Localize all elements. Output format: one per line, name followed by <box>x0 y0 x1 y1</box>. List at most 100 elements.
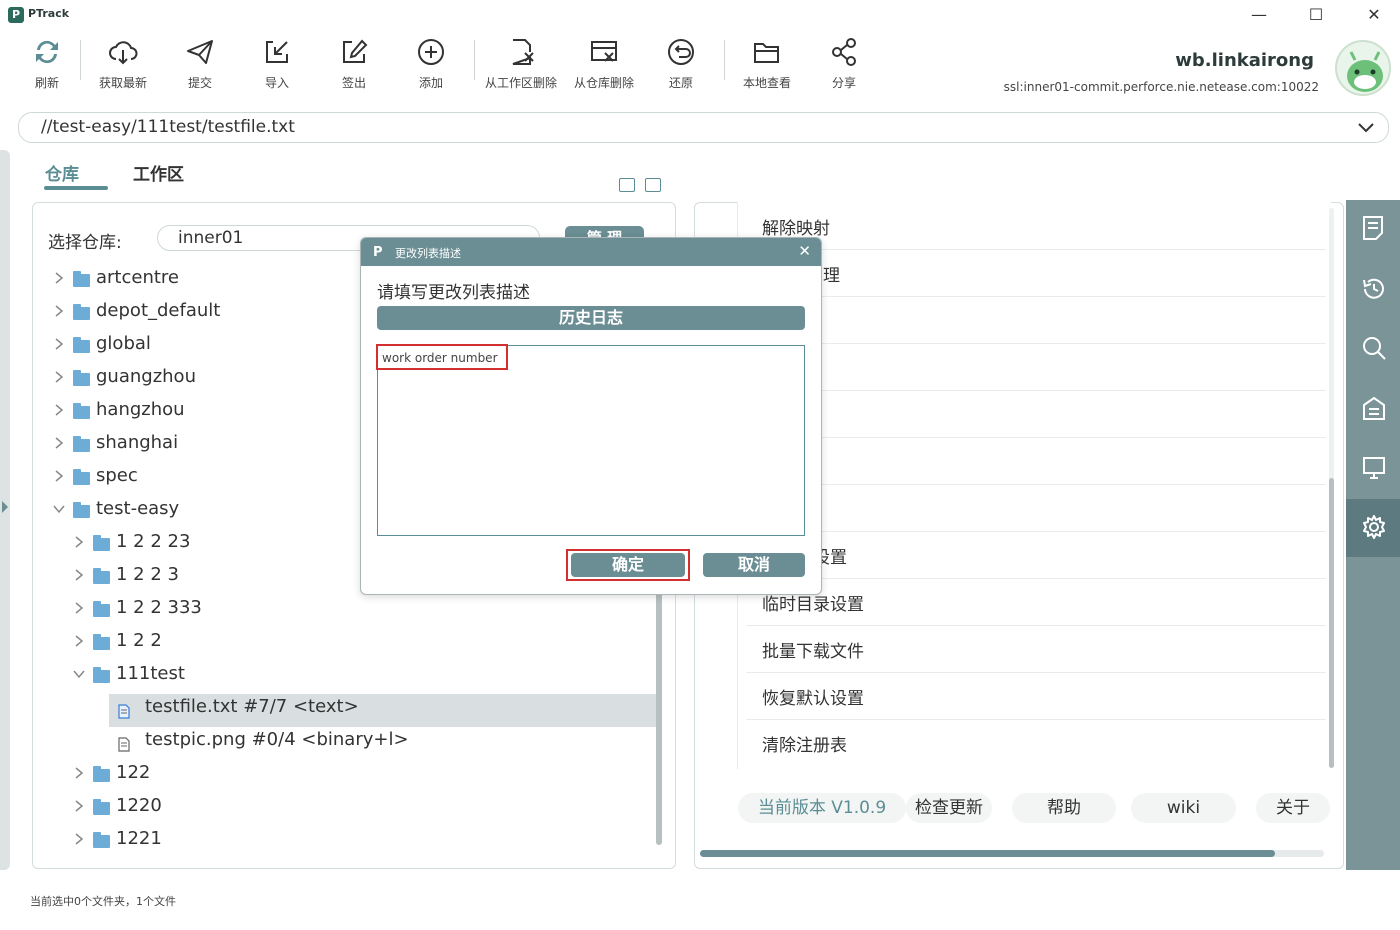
chevron-right-icon[interactable] <box>52 436 66 453</box>
tree-item-label: 111test <box>116 663 185 684</box>
close-button[interactable]: ✕ <box>1359 4 1389 26</box>
annotation-highlight-ok <box>566 549 690 581</box>
avatar[interactable] <box>1335 40 1391 96</box>
folder-icon <box>73 337 90 353</box>
remove-depot-icon <box>591 41 617 62</box>
tree-item-label: 1 2 2 333 <box>116 597 202 618</box>
chevron-down-icon[interactable] <box>52 502 66 519</box>
chevron-right-icon[interactable] <box>52 304 66 321</box>
tree-file-item[interactable]: testpic.png #0/4 <binary+l> <box>0 729 650 759</box>
tree-item-label: shanghai <box>96 432 179 453</box>
settings-divider <box>746 719 1326 720</box>
sidebar-item-monitor[interactable] <box>1346 440 1400 498</box>
tree-item-label: 122 <box>116 762 151 783</box>
tree-folder-item[interactable]: 1221 <box>0 828 650 858</box>
settings-scrollbar[interactable] <box>1329 478 1334 768</box>
settings-item[interactable]: 批量下载文件 <box>762 637 864 662</box>
local-view-label: 本地查看 <box>742 76 791 90</box>
dialog-close-button[interactable]: ✕ <box>798 242 811 260</box>
description-textarea[interactable]: work order number <box>377 345 805 536</box>
local-view-button[interactable]: 本地查看 <box>727 36 807 96</box>
send-icon <box>187 40 213 64</box>
remove-workspace-label: 从工作区删除 <box>484 76 557 90</box>
chevron-right-icon[interactable] <box>52 337 66 354</box>
settings-divider <box>746 296 1326 297</box>
settings-divider <box>746 390 1326 391</box>
chevron-right-icon[interactable] <box>72 634 86 651</box>
gear-icon <box>1363 515 1385 539</box>
get-latest-label: 获取最新 <box>98 76 147 90</box>
revert-button[interactable]: 还原 <box>641 36 721 96</box>
settings-divider <box>746 249 1326 250</box>
chevron-right-icon[interactable] <box>72 601 86 618</box>
settings-divider <box>746 578 1326 579</box>
chevron-down-icon[interactable] <box>1356 117 1376 137</box>
settings-hscrollbar[interactable] <box>700 850 1275 857</box>
cloud-download-icon <box>109 41 138 65</box>
tab-workspace[interactable]: 工作区 <box>133 160 184 185</box>
history-log-button[interactable]: 历史日志 <box>377 306 805 330</box>
refresh-button[interactable]: 刷新 <box>7 36 87 96</box>
submit-button[interactable]: 提交 <box>160 36 240 96</box>
folder-icon <box>93 634 110 650</box>
wiki-button[interactable]: wiki <box>1131 793 1236 823</box>
chevron-right-icon[interactable] <box>72 568 86 585</box>
sidebar-item-depot[interactable] <box>1346 380 1400 438</box>
tree-folder-item[interactable]: 111test <box>0 663 650 693</box>
share-button[interactable]: 分享 <box>804 36 884 96</box>
settings-item[interactable]: 清除注册表 <box>762 731 847 756</box>
folder-icon <box>93 601 110 617</box>
remove-from-workspace-button[interactable]: 从工作区删除 <box>481 36 561 96</box>
about-button[interactable]: 关于 <box>1256 793 1330 823</box>
app-logo: P <box>8 7 24 23</box>
search-icon <box>1363 337 1386 360</box>
get-latest-button[interactable]: 获取最新 <box>83 36 163 96</box>
settings-item[interactable]: 解除映射 <box>762 214 830 239</box>
folder-icon <box>93 832 110 848</box>
settings-divider <box>746 625 1326 626</box>
username: wb.linkairong <box>1175 50 1314 71</box>
cancel-button[interactable]: 取消 <box>703 553 805 577</box>
maximize-button[interactable]: ☐ <box>1301 4 1331 26</box>
revert-icon <box>668 39 694 65</box>
tree-file-item[interactable]: testfile.txt #7/7 <text> <box>0 696 650 726</box>
chevron-right-icon[interactable] <box>72 832 86 849</box>
checkout-button[interactable]: 签出 <box>314 36 394 96</box>
tree-folder-item[interactable]: 122 <box>0 762 650 792</box>
chevron-right-icon[interactable] <box>52 271 66 288</box>
tree-scrollbar[interactable] <box>656 590 662 845</box>
chevron-right-icon[interactable] <box>52 469 66 486</box>
remove-from-depot-button[interactable]: 从仓库删除 <box>564 36 644 96</box>
filter-view-icon[interactable] <box>645 178 661 192</box>
sidebar-item-notes[interactable] <box>1346 200 1400 258</box>
sidebar-item-settings[interactable] <box>1346 499 1400 557</box>
tree-folder-item[interactable]: 1 2 2 <box>0 630 650 660</box>
chevron-down-icon[interactable] <box>72 667 86 684</box>
minimize-button[interactable]: — <box>1244 4 1274 26</box>
settings-item[interactable]: 恢复默认设置 <box>762 684 864 709</box>
chevron-right-icon[interactable] <box>72 535 86 552</box>
chevron-right-icon[interactable] <box>72 766 86 783</box>
chevron-right-icon[interactable] <box>72 799 86 816</box>
path-bar[interactable]: //test-easy/111test/testfile.txt <box>18 112 1389 143</box>
revert-label: 还原 <box>668 76 693 90</box>
help-button[interactable]: 帮助 <box>1012 793 1116 823</box>
share-label: 分享 <box>831 76 856 90</box>
version-label: 当前版本 V1.0.9 <box>738 793 906 823</box>
dialog-logo-icon: P <box>373 245 383 260</box>
tree-folder-item[interactable]: 1220 <box>0 795 650 825</box>
title-bar: P PTrack — ☐ ✕ <box>0 0 1400 30</box>
tree-item-label: 1 2 2 3 <box>116 564 179 585</box>
list-view-icon[interactable] <box>619 178 635 192</box>
add-button[interactable]: 添加 <box>391 36 471 96</box>
sidebar-item-history[interactable] <box>1346 261 1400 319</box>
settings-divider <box>746 531 1326 532</box>
sidebar-item-search[interactable] <box>1346 320 1400 378</box>
chevron-right-icon[interactable] <box>52 403 66 420</box>
import-button[interactable]: 导入 <box>237 36 317 96</box>
tree-folder-item[interactable]: 1 2 2 333 <box>0 597 650 627</box>
chevron-right-icon[interactable] <box>52 370 66 387</box>
avatar-image <box>1347 51 1383 92</box>
check-update-button[interactable]: 检查更新 <box>906 793 992 823</box>
tab-repo[interactable]: 仓库 <box>45 160 79 185</box>
